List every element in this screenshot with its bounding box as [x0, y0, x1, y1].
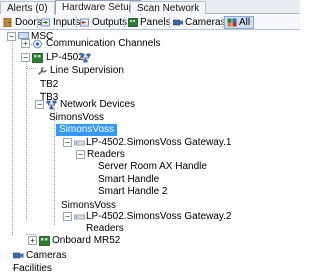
tree-node-simonsvoss-group[interactable]: SimonsVoss [49, 112, 104, 124]
filter-outputs-label: Outputs [92, 17, 128, 28]
input-icon [41, 18, 51, 27]
door-icon [3, 17, 13, 28]
expand-toggle[interactable]: − [76, 150, 85, 159]
network-icon [46, 100, 57, 110]
expand-toggle[interactable]: − [63, 138, 72, 147]
expand-toggle[interactable]: − [35, 100, 44, 109]
tree-connector [26, 234, 36, 235]
tree-node-readers-1[interactable]: Readers [87, 149, 125, 161]
channel-icon [33, 39, 42, 49]
device-filter-toolbar: Doors Inputs Outputs Panels Cameras All [0, 15, 300, 30]
tree-node-onboard-mr52[interactable]: Onboard MR52 [52, 235, 120, 247]
hardware-tree: − MSC + Communication Channels − LP-4502… [0, 31, 300, 274]
tree-node-readers-2[interactable]: Readers [86, 223, 124, 235]
panel-icon [32, 53, 43, 63]
expand-toggle[interactable]: − [63, 212, 72, 221]
filter-cameras-button[interactable]: Cameras [171, 16, 229, 29]
panel-icon [128, 18, 138, 27]
expand-toggle[interactable]: − [7, 32, 16, 41]
tree-node-reader-server-room[interactable]: Server Room AX Handle [98, 161, 207, 173]
tree-node-lp-4502[interactable]: LP-4502 [46, 52, 84, 64]
tree-node-reader-smart-handle[interactable]: Smart Handle [98, 174, 159, 186]
filter-panels-button[interactable]: Panels [126, 16, 174, 29]
filter-cameras-label: Cameras [185, 17, 226, 28]
tree-node-line-supervision[interactable]: Line Supervision [50, 65, 124, 77]
expand-toggle[interactable]: − [21, 53, 30, 62]
tree-node-cameras[interactable]: Cameras [26, 250, 67, 262]
tree-node-tb2[interactable]: TB2 [40, 79, 58, 91]
main-tab-bar: Alerts (0) Hardware Setup Scan Network [0, 0, 300, 15]
filter-all-label: All [239, 17, 251, 28]
tab-hardware-setup[interactable]: Hardware Setup [55, 0, 142, 15]
tree-node-network-devices[interactable]: Network Devices [60, 99, 135, 111]
gateway-icon [74, 214, 85, 220]
panel-icon [39, 236, 50, 246]
filter-outputs-button[interactable]: Outputs [78, 16, 130, 29]
expand-toggle[interactable]: + [21, 39, 30, 48]
gateway-icon [74, 140, 85, 146]
toolbar-separator [124, 17, 125, 28]
camera-icon [172, 18, 183, 27]
toolbar-separator [169, 17, 170, 28]
network-status-icon [80, 53, 91, 63]
tree-node-gateway-1[interactable]: LP-4502.SimonsVoss Gateway.1 [86, 137, 231, 149]
tab-scan-network[interactable]: Scan Network [130, 1, 207, 14]
wrench-icon [37, 66, 47, 76]
output-icon [80, 18, 90, 27]
tree-connector [12, 39, 13, 235]
tree-connector [26, 59, 27, 221]
all-icon [227, 18, 237, 27]
filter-panels-label: Panels [140, 17, 171, 28]
filter-all-button[interactable]: All [224, 16, 255, 29]
toolbar-separator [76, 17, 77, 28]
tab-alerts[interactable]: Alerts (0) [0, 1, 55, 14]
tree-node-gateway-2[interactable]: LP-4502.SimonsVoss Gateway.2 [86, 211, 231, 223]
camera-icon [13, 252, 24, 259]
tree-node-simonsvoss-selected[interactable]: SimonsVoss [56, 124, 118, 136]
tree-connector [26, 68, 36, 69]
tree-node-reader-smart-handle-2[interactable]: Smart Handle 2 [98, 186, 167, 198]
tree-connector [54, 108, 55, 225]
tree-node-communication-channels[interactable]: Communication Channels [46, 38, 161, 50]
toolbar-separator [222, 17, 223, 28]
toolbar-separator [37, 17, 38, 28]
expand-toggle[interactable]: + [28, 236, 37, 245]
